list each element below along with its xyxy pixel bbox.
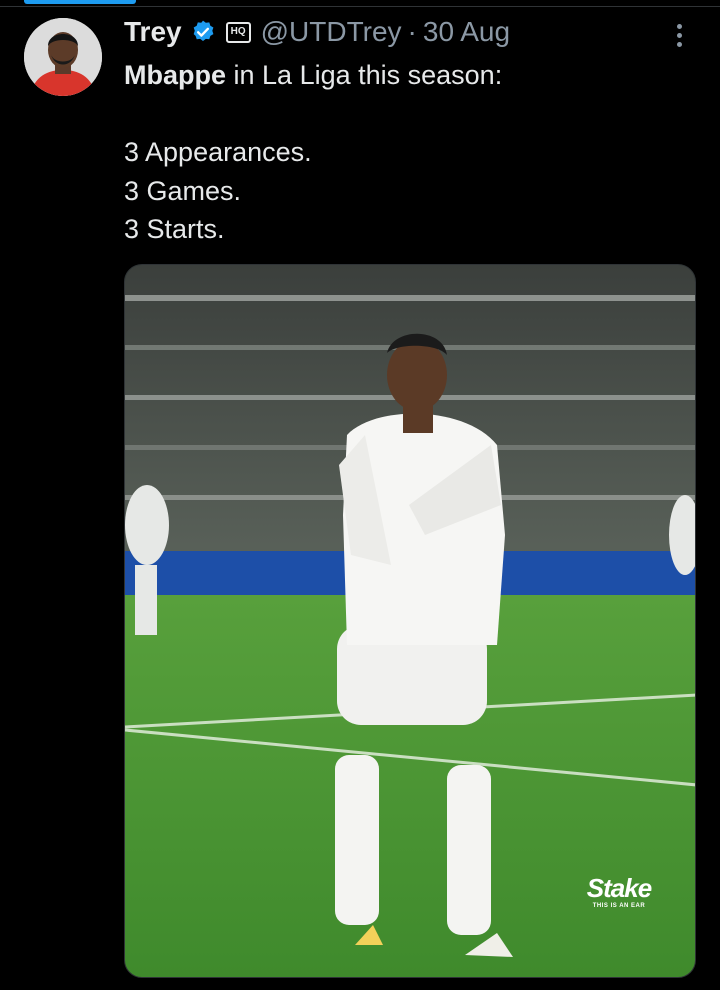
tweet-stat-line: 3 Games.: [124, 175, 242, 206]
sponsor-tagline: THIS IS AN EAR: [592, 903, 646, 909]
tweet-line-1: Mbappe in La Liga this season:: [124, 56, 694, 95]
tweet-stat-line: 3 Appearances.: [124, 137, 312, 167]
tweet-media-photo[interactable]: Stake THIS IS AN EAR: [124, 264, 696, 978]
tweet-header: Trey HQ @UTDTrey · 30 Aug: [124, 12, 510, 52]
sponsor-logo: Stake THIS IS AN EAR: [577, 873, 661, 925]
tab-indicator: [24, 0, 136, 4]
tweet-line-1-rest: in La Liga this season:: [226, 60, 503, 90]
more-dot: [676, 32, 682, 38]
player-photo: [125, 265, 695, 977]
display-name[interactable]: Trey: [124, 16, 182, 48]
separator-dot: ·: [407, 16, 417, 47]
tweet[interactable]: Trey HQ @UTDTrey · 30 Aug Mbappe in La L…: [0, 0, 720, 990]
user-handle[interactable]: @UTDTrey: [261, 16, 402, 48]
more-dot: [676, 23, 682, 29]
tweet-text: Mbappe in La Liga this season: 3 Appeara…: [124, 56, 694, 249]
verified-badge-icon[interactable]: [190, 19, 216, 45]
avatar[interactable]: [24, 18, 102, 96]
more-options-icon[interactable]: [662, 18, 696, 52]
affiliate-badge[interactable]: HQ: [225, 21, 251, 43]
timestamp[interactable]: 30 Aug: [423, 16, 510, 48]
sponsor-brand: Stake: [586, 873, 652, 903]
tweet-stat-line: 3 Starts.: [124, 214, 225, 244]
more-dot: [676, 41, 682, 47]
tweet-bold-word: Mbappe: [124, 60, 227, 90]
